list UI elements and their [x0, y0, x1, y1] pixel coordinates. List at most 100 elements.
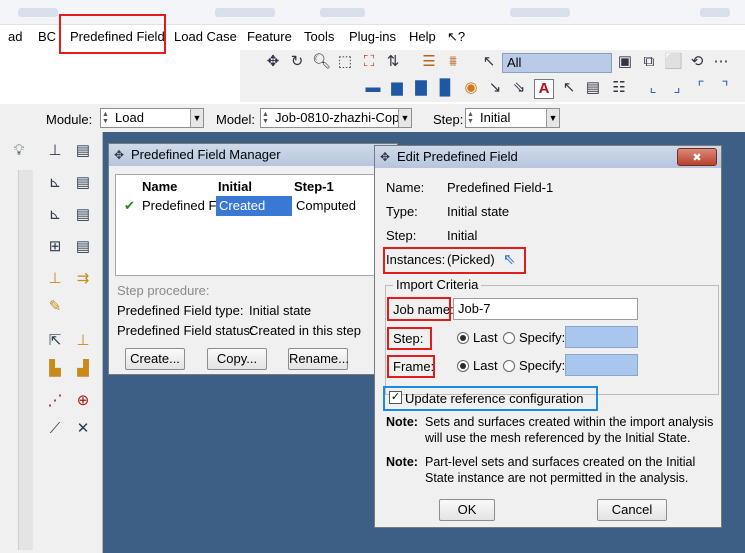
view-top-icon[interactable]: ⌝: [716, 79, 734, 97]
selection-filter-select[interactable]: All: [502, 53, 612, 73]
ok-button[interactable]: OK: [439, 499, 495, 521]
step-specify-radio[interactable]: [503, 332, 515, 344]
model-select[interactable]: ▲ ▼ Job-0810-zhazhi-Copy ▼: [260, 108, 412, 128]
menu-item-feature[interactable]: Feature: [247, 29, 292, 44]
note-2-label: Note:: [386, 455, 418, 469]
import-criteria-label: Import Criteria: [393, 277, 482, 292]
point-icon[interactable]: ⋰: [44, 390, 66, 412]
menu-item-context-help[interactable]: ↖?: [447, 29, 465, 45]
datum-icon[interactable]: ☰: [420, 53, 438, 71]
predefined-create-icon[interactable]: ⊾: [44, 204, 66, 226]
step-select[interactable]: ▲ ▼ Initial ▼: [465, 108, 560, 128]
edit-predefined-field-dialog: ✥ Edit Predefined Field ✖ Name: Predefin…: [374, 145, 722, 528]
partition-icon[interactable]: ⊥: [72, 330, 94, 352]
pan-icon[interactable]: ✥: [264, 53, 282, 71]
field-create-icon[interactable]: ⊥: [44, 268, 66, 290]
select-cycle-icon[interactable]: ⟲: [688, 53, 706, 71]
text-annotation-icon[interactable]: A: [534, 79, 554, 99]
type-value: Initial state: [249, 303, 312, 318]
select-arrow-icon[interactable]: ↖: [480, 53, 498, 71]
cell-step-1[interactable]: Computed: [296, 198, 356, 213]
select-box-icon[interactable]: ⧉: [640, 53, 658, 71]
view-iso-icon[interactable]: ⌞: [644, 79, 662, 97]
select-more-icon[interactable]: ⋯: [712, 53, 730, 71]
bc-create-icon[interactable]: ⊾: [44, 172, 66, 194]
select-rect-icon[interactable]: ⬜: [664, 53, 683, 71]
render-wireframe-icon[interactable]: ▬: [364, 79, 382, 97]
load-case-create-icon[interactable]: ⊞: [44, 236, 66, 258]
menu-item-tools[interactable]: Tools: [304, 29, 334, 44]
zoom-box-icon[interactable]: ⬚: [336, 53, 354, 71]
frame-last-radio[interactable]: [457, 360, 469, 372]
datum-csys-icon[interactable]: ⇱: [44, 330, 66, 352]
frame-specify-label: Specify:: [519, 358, 566, 373]
create-button[interactable]: Create...: [125, 348, 185, 370]
render-hidden-icon[interactable]: ▆: [388, 79, 406, 97]
view-back-icon[interactable]: ⌜: [692, 79, 710, 97]
highlight-update-reference: [383, 386, 598, 411]
column-header-initial[interactable]: Initial: [218, 179, 252, 194]
render-filled-icon[interactable]: █: [436, 79, 454, 97]
edit-title: Edit Predefined Field: [397, 149, 518, 164]
auto-fit-icon[interactable]: ⛶: [360, 53, 378, 71]
highlight-predefined-field-menu: [59, 14, 166, 54]
toolbox-scrollbar[interactable]: [18, 170, 33, 550]
frame-specify-radio[interactable]: [503, 360, 515, 372]
plane-icon[interactable]: ✕: [72, 418, 94, 440]
module-select[interactable]: ▲ ▼ Load ▼: [100, 108, 204, 128]
column-header-step-1[interactable]: Step-1: [294, 179, 334, 194]
pointer-icon[interactable]: ↖: [560, 79, 578, 97]
datum-alt-icon[interactable]: ⩩: [444, 53, 462, 71]
load-create-icon[interactable]: ⊥: [44, 140, 66, 162]
filter-options-icon[interactable]: ▣: [616, 53, 634, 71]
menu-item-load[interactable]: ad: [8, 29, 22, 44]
circle-icon[interactable]: ⊕: [72, 390, 94, 412]
light-bulb-icon[interactable]: 💡︎: [8, 140, 30, 162]
checkmark-icon[interactable]: ✔: [124, 198, 135, 214]
amplitude-icon[interactable]: ✎: [44, 296, 66, 318]
list-icon[interactable]: ☷: [610, 79, 628, 97]
cycle-views-icon[interactable]: ⇅: [384, 53, 402, 71]
menu-item-bc[interactable]: BC: [38, 29, 56, 44]
table-icon[interactable]: ▤: [584, 79, 602, 97]
note-1-text: Sets and surfaces created within the imp…: [425, 415, 714, 445]
rename-button[interactable]: Rename...: [288, 348, 349, 370]
view-front-icon[interactable]: ⌟: [668, 79, 686, 97]
menu-item-plugins[interactable]: Plug-ins: [349, 29, 396, 44]
rotate-icon[interactable]: ↻: [288, 53, 306, 71]
axis-icon[interactable]: ⟋: [44, 418, 66, 440]
table-row[interactable]: ✔ Predefined Fi Created Computed: [116, 196, 394, 216]
step-specify-input[interactable]: [565, 326, 638, 348]
load-case-manager-icon[interactable]: ▤: [72, 236, 94, 258]
predefined-manager-icon[interactable]: ▤: [72, 204, 94, 226]
frame-specify-input[interactable]: [565, 354, 638, 376]
bc-manager-icon[interactable]: ▤: [72, 172, 94, 194]
step-last-radio[interactable]: [457, 332, 469, 344]
context-bar: Module: ▲ ▼ Load ▼ Model: ▲ ▼ Job-0810-zha…: [0, 104, 745, 133]
chevron-down-icon: ▼: [546, 109, 559, 127]
annotation-arrow-icon[interactable]: ⇘: [510, 79, 528, 97]
query-icon[interactable]: ↘: [486, 79, 504, 97]
blurred-text: [18, 8, 58, 17]
load-manager-icon[interactable]: ▤: [72, 140, 94, 162]
color-code-icon[interactable]: ◉: [462, 79, 480, 97]
highlight-frame: [387, 355, 435, 378]
column-header-name[interactable]: Name: [142, 179, 177, 194]
set-icon[interactable]: ▟: [72, 358, 94, 380]
step-specify-label: Specify:: [519, 330, 566, 345]
manager-title: Predefined Field Manager: [131, 147, 281, 162]
menu-item-help[interactable]: Help: [409, 29, 436, 44]
cancel-button[interactable]: Cancel: [597, 499, 667, 521]
blurred-text: [320, 8, 365, 17]
cell-initial-selected[interactable]: Created: [216, 196, 292, 216]
copy-button[interactable]: Copy...: [207, 348, 267, 370]
predefined-field-manager-dialog: ✥ Predefined Field Manager Name Initial …: [108, 143, 398, 375]
job-name-input[interactable]: Job-7: [453, 298, 638, 320]
render-shaded-icon[interactable]: ▇: [412, 79, 430, 97]
menu-item-load-case[interactable]: Load Case: [174, 29, 237, 44]
surface-icon[interactable]: ▙: [44, 358, 66, 380]
close-icon[interactable]: ✖: [677, 148, 717, 166]
name-value: Predefined Field-1: [447, 180, 554, 195]
field-manager-icon[interactable]: ⇉: [72, 268, 94, 290]
magnify-icon[interactable]: 🔍︎: [312, 53, 331, 71]
